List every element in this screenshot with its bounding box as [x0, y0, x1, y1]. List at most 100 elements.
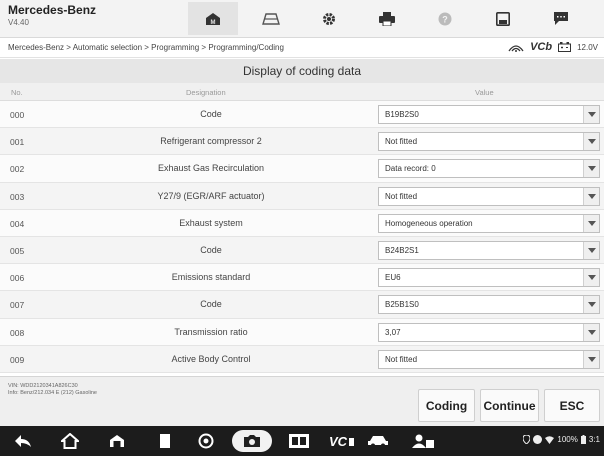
breadcrumb-bar: Mercedes-Benz > Automatic selection > Pr…	[0, 38, 604, 58]
value-selected: Homogeneous operation	[385, 218, 473, 228]
dropdown-arrow-icon	[583, 214, 599, 232]
message-button[interactable]	[536, 2, 586, 35]
save-icon	[496, 11, 510, 26]
dropdown-arrow-icon	[583, 106, 599, 123]
dropdown-arrow-icon	[583, 269, 599, 287]
print-button[interactable]	[362, 2, 412, 35]
table-row: 001 Refrigerant compressor 2 Not fitted	[0, 128, 604, 156]
save-button[interactable]	[478, 2, 528, 35]
value-dropdown[interactable]: B24B2S1	[378, 240, 600, 260]
continue-button[interactable]: Continue	[480, 389, 539, 422]
recent-apps-button[interactable]	[152, 432, 174, 450]
vci-voltage: 12.0V	[577, 42, 598, 52]
row-designation: Exhaust Gas Recirculation	[157, 163, 265, 174]
value-dropdown[interactable]: Data record: 0	[378, 159, 600, 179]
row-number: 007	[10, 300, 25, 311]
table-row: 003 Y27/9 (EGR/ARF actuator) Not fitted	[0, 182, 604, 210]
row-designation: Active Body Control	[171, 353, 251, 364]
value-dropdown[interactable]: Homogeneous operation	[378, 213, 600, 233]
row-number: 001	[10, 137, 25, 148]
browser-button[interactable]	[194, 432, 218, 450]
value-dropdown[interactable]: Not fitted	[378, 186, 600, 206]
value-selected: Data record: 0	[385, 164, 436, 174]
esc-button[interactable]: ESC	[544, 389, 600, 422]
location-icon	[523, 435, 531, 444]
top-toolbar: Mercedes-Benz V4.40 M ?	[0, 0, 604, 38]
dropdown-arrow-icon	[583, 296, 599, 314]
battery-level: 100%	[557, 435, 578, 444]
app-brand: Mercedes-Benz V4.40	[8, 3, 96, 27]
row-designation: Transmission ratio	[174, 326, 248, 337]
vehicle-menu-button[interactable]	[366, 432, 392, 450]
vin-text: VIN: WDD2120341A826C30	[8, 383, 78, 389]
dropdown-arrow-icon	[583, 133, 599, 151]
row-number: 005	[10, 245, 25, 256]
table-row: 000 Code B19B2S0	[0, 101, 604, 129]
row-number: 000	[10, 110, 25, 120]
dropdown-arrow-icon	[583, 187, 599, 205]
value-selected: Not fitted	[385, 354, 418, 364]
row-designation: Exhaust system	[179, 217, 243, 228]
value-selected: Not fitted	[385, 137, 418, 147]
remote-help-icon	[412, 434, 434, 448]
system-status: 100% 3:1	[523, 435, 600, 444]
value-dropdown[interactable]: EU6	[378, 268, 600, 288]
value-selected: 3,07	[385, 327, 401, 337]
value-selected: B25B1S0	[385, 300, 419, 310]
svg-text:M: M	[211, 20, 216, 26]
column-header-designation: Designation	[186, 88, 226, 97]
car-icon	[262, 12, 280, 25]
row-designation: Code	[200, 244, 222, 255]
coding-table: 000 Code B19B2S0 001 Refrigerant compres…	[0, 101, 604, 373]
settings-button[interactable]	[304, 2, 354, 35]
vehicle-button[interactable]	[246, 2, 296, 35]
remote-help-button[interactable]	[410, 432, 436, 450]
home-nav-button[interactable]	[58, 432, 82, 450]
wifi-icon	[545, 435, 555, 444]
vci-button[interactable]: VC	[326, 432, 358, 450]
notification-icon	[533, 435, 543, 444]
row-designation: Y27/9 (EGR/ARF actuator)	[157, 190, 265, 201]
table-row: 007 Code B25B1S0	[0, 291, 604, 319]
value-selected: B24B2S1	[385, 245, 419, 255]
home-button[interactable]: M	[188, 2, 238, 35]
message-icon	[554, 12, 568, 25]
garage-button[interactable]	[106, 432, 128, 450]
value-selected: Not fitted	[385, 191, 418, 201]
column-header-no: No.	[11, 88, 23, 97]
wifi-signal-icon	[508, 44, 524, 52]
value-dropdown[interactable]: 3,07	[378, 322, 600, 342]
vci-label: VCb	[530, 41, 553, 53]
row-designation: Refrigerant compressor 2	[160, 136, 262, 147]
help-button[interactable]: ?	[420, 2, 470, 35]
value-dropdown[interactable]: Not fitted	[378, 349, 600, 369]
table-row: 005 Code B24B2S1	[0, 236, 604, 265]
row-number: 004	[10, 218, 25, 229]
value-dropdown[interactable]: B19B2S0	[378, 105, 600, 124]
app-version: V4.40	[8, 18, 29, 27]
data-manager-icon	[289, 434, 309, 448]
table-row: 002 Exhaust Gas Recirculation Data recor…	[0, 155, 604, 183]
value-dropdown[interactable]: Not fitted	[378, 132, 600, 152]
action-footer: VIN: WDD2120341A826C30 Info: Benz/212.03…	[0, 376, 604, 426]
dropdown-arrow-icon	[583, 350, 599, 368]
vehicle-info: VIN: WDD2120341A826C30 Info: Benz/212.03…	[8, 383, 97, 397]
screenshot-button[interactable]	[232, 430, 272, 452]
table-header: No. Designation Value	[0, 83, 604, 101]
help-icon: ?	[438, 12, 452, 25]
recent-apps-icon	[156, 434, 170, 448]
table-row: 004 Exhaust system Homogeneous operation	[0, 209, 604, 237]
system-navigation-bar: VC 100% 3:1	[0, 426, 604, 456]
column-header-value: Value	[475, 88, 494, 97]
vci-icon: VC	[329, 434, 354, 448]
car-icon	[368, 436, 388, 448]
row-designation: Emissions standard	[171, 272, 251, 283]
row-designation: Code	[200, 109, 222, 119]
value-dropdown[interactable]: B25B1S0	[378, 295, 600, 315]
back-button[interactable]	[12, 432, 34, 450]
camera-icon	[244, 435, 260, 447]
data-manager-button[interactable]	[286, 432, 312, 450]
dropdown-arrow-icon	[583, 160, 599, 178]
value-selected: EU6	[385, 273, 401, 283]
coding-button[interactable]: Coding	[418, 389, 475, 422]
